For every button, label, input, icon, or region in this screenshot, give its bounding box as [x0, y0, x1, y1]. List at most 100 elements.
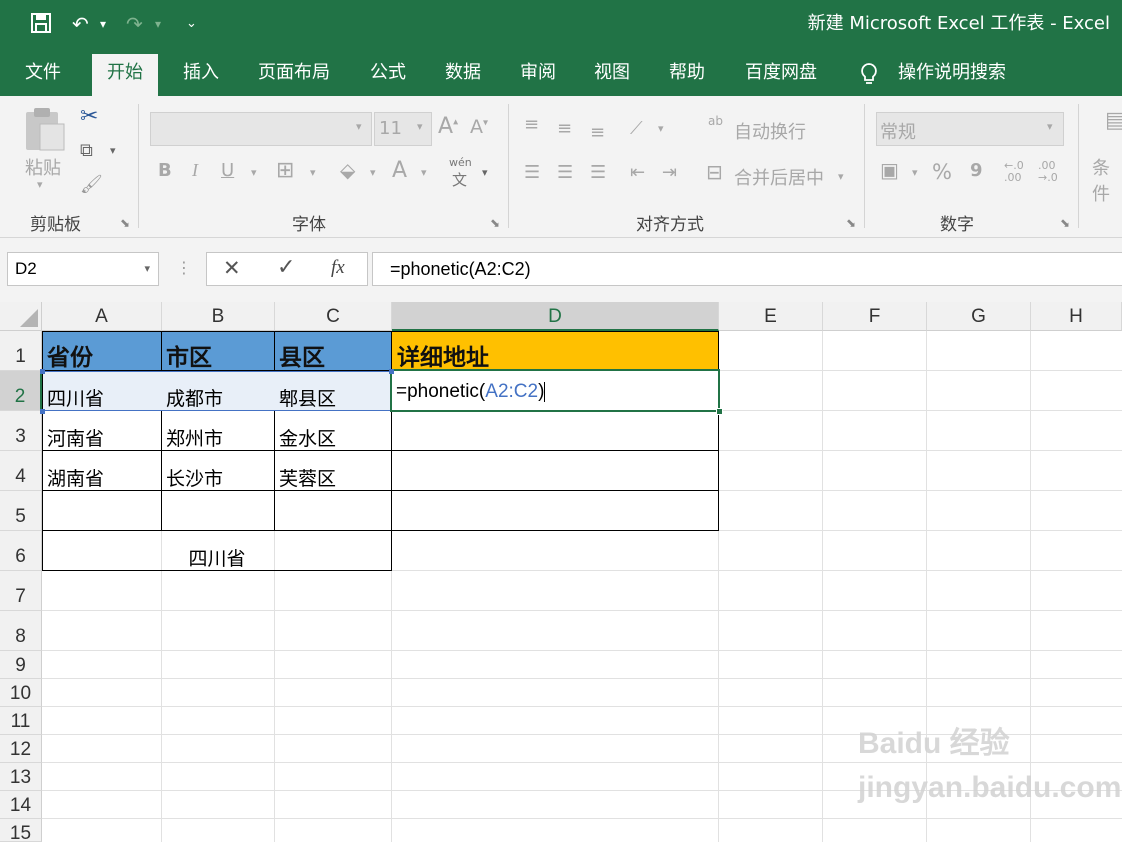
cell-edit-text[interactable]: =phonetic(A2:C2)	[396, 381, 546, 403]
column-header-e[interactable]: E	[719, 302, 823, 331]
orientation-icon: ⟋	[630, 118, 643, 139]
row-header-1[interactable]: 1	[0, 331, 42, 371]
cell-a3[interactable]: 河南省	[43, 424, 104, 451]
merge-dropdown-icon: ▾	[838, 170, 844, 183]
name-box[interactable]: D2 ▾	[7, 252, 159, 286]
tab-file[interactable]: 文件	[10, 54, 76, 96]
tab-view[interactable]: 视图	[579, 54, 645, 96]
cell-b2[interactable]: 成都市	[162, 384, 223, 411]
tab-data[interactable]: 数据	[430, 54, 496, 96]
row-header-6[interactable]: 6	[0, 531, 42, 571]
table-border	[42, 490, 719, 491]
font-name-select	[150, 112, 372, 146]
phonetic-dropdown-icon[interactable]: ▾	[482, 166, 488, 179]
row-header-11[interactable]: 11	[0, 707, 42, 735]
decrease-indent-icon: ⇤	[630, 162, 646, 183]
worksheet-grid[interactable]: A B C D E F G H 1 2 3 4 5 6 7 8 9 10 11 …	[0, 302, 1122, 844]
ribbon: 粘贴 ▾ ✂ ⧉ ▾ 🖌 剪贴板 ⬊ ▾ 11 ▾ A▴ A▾ B I U ▾ …	[0, 96, 1122, 238]
cell-d1[interactable]: 详细地址	[393, 338, 489, 372]
cancel-icon[interactable]: ✕	[223, 256, 241, 280]
column-header-a[interactable]: A	[42, 302, 162, 331]
select-all-corner[interactable]	[0, 302, 42, 331]
format-painter-icon: 🖌	[80, 174, 103, 195]
increase-decimal-icon: ←.0 .00	[1004, 159, 1024, 184]
watermark-text: Baidu 经验 jingyan.baidu.com	[858, 727, 1122, 804]
window-title: 新建 Microsoft Excel 工作表 - Excel	[807, 13, 1110, 34]
tab-help[interactable]: 帮助	[654, 54, 720, 96]
column-header-f[interactable]: F	[823, 302, 927, 331]
title-bar: ↶ ▾ ↷ ▾ ⌄ 新建 Microsoft Excel 工作表 - Excel	[0, 0, 1122, 50]
select-all-triangle-icon	[20, 309, 38, 327]
column-header-d[interactable]: D	[392, 302, 719, 331]
cell-a6-merged[interactable]: 四川省	[42, 544, 392, 571]
cell-c4[interactable]: 芙蓉区	[275, 464, 336, 491]
range-handle-icon	[40, 369, 45, 374]
customize-qat-icon[interactable]: ⌄	[186, 10, 197, 38]
tell-me-search[interactable]: 操作说明搜索	[883, 54, 1021, 96]
copy-icon[interactable]: ⧉	[80, 140, 93, 161]
column-header-c[interactable]: C	[275, 302, 392, 331]
baidu-watermark-logo: Baidu 经验 jingyan.baidu.com	[858, 722, 1122, 832]
cell-a4[interactable]: 湖南省	[43, 464, 104, 491]
font-launcher-icon[interactable]: ⬊	[490, 216, 500, 230]
cell-b1[interactable]: 市区	[162, 338, 212, 372]
row-header-15[interactable]: 15	[0, 819, 42, 844]
paste-icon	[26, 108, 65, 151]
formula-input[interactable]: =phonetic(A2:C2)	[372, 252, 1122, 286]
table-border	[718, 331, 719, 531]
copy-dropdown-icon[interactable]: ▾	[110, 144, 116, 157]
cut-icon[interactable]: ✂	[80, 104, 98, 129]
clipboard-launcher-icon[interactable]: ⬊	[120, 216, 130, 230]
row-header-14[interactable]: 14	[0, 791, 42, 819]
decrease-decimal-icon: .00 →.0	[1038, 159, 1058, 184]
cell-c3[interactable]: 金水区	[275, 424, 336, 451]
row-header-13[interactable]: 13	[0, 763, 42, 791]
phonetic-guide-icon[interactable]: wén 文	[449, 156, 472, 190]
row-header-3[interactable]: 3	[0, 411, 42, 451]
save-icon[interactable]	[30, 12, 52, 34]
decrease-font-icon: A▾	[470, 116, 489, 138]
gridline	[42, 610, 1122, 611]
active-cell-d2[interactable]: =phonetic(A2:C2)	[390, 369, 723, 415]
fill-handle[interactable]	[716, 408, 723, 415]
row-header-8[interactable]: 8	[0, 611, 42, 651]
cell-a2[interactable]: 四川省	[43, 384, 104, 411]
column-header-h[interactable]: H	[1031, 302, 1122, 331]
phonetic-bottom-text: 文	[452, 171, 468, 189]
align-left-icon: ☰	[524, 162, 541, 183]
column-header-g[interactable]: G	[927, 302, 1031, 331]
row-header-4[interactable]: 4	[0, 451, 42, 491]
row-header-10[interactable]: 10	[0, 679, 42, 707]
font-size-dropdown-icon: ▾	[417, 120, 423, 133]
row-header-7[interactable]: 7	[0, 571, 42, 611]
cell-b4[interactable]: 长沙市	[162, 464, 223, 491]
conditional-format-button: 条件	[1092, 158, 1110, 205]
undo-dropdown-icon[interactable]: ▾	[100, 10, 106, 38]
alignment-group-label: 对齐方式	[636, 215, 704, 235]
cell-b3[interactable]: 郑州市	[162, 424, 223, 451]
tab-formulas[interactable]: 公式	[355, 54, 421, 96]
cell-c1[interactable]: 县区	[275, 338, 325, 372]
name-box-dropdown-icon[interactable]: ▾	[144, 253, 150, 285]
number-group-label: 数字	[940, 215, 974, 235]
column-header-b[interactable]: B	[162, 302, 275, 331]
alignment-launcher-icon[interactable]: ⬊	[846, 216, 856, 230]
tab-baidu-netdisk[interactable]: 百度网盘	[730, 54, 832, 96]
enter-icon[interactable]: ✓	[277, 255, 295, 280]
cell-c2[interactable]: 郫县区	[275, 384, 336, 411]
font-name-dropdown-icon: ▾	[356, 120, 362, 133]
increase-indent-icon: ⇥	[662, 162, 678, 183]
tab-insert[interactable]: 插入	[168, 54, 234, 96]
undo-icon[interactable]: ↶	[72, 10, 89, 38]
tab-page-layout[interactable]: 页面布局	[243, 54, 345, 96]
tab-home[interactable]: 开始	[92, 54, 158, 96]
cell-a1[interactable]: 省份	[43, 338, 93, 372]
tab-review[interactable]: 审阅	[505, 54, 571, 96]
row-header-9[interactable]: 9	[0, 651, 42, 679]
row-header-2[interactable]: 2	[0, 371, 42, 411]
number-launcher-icon[interactable]: ⬊	[1060, 216, 1070, 230]
insert-function-icon[interactable]: fx	[331, 257, 345, 279]
row-header-5[interactable]: 5	[0, 491, 42, 531]
gridline	[719, 370, 1122, 371]
row-header-12[interactable]: 12	[0, 735, 42, 763]
